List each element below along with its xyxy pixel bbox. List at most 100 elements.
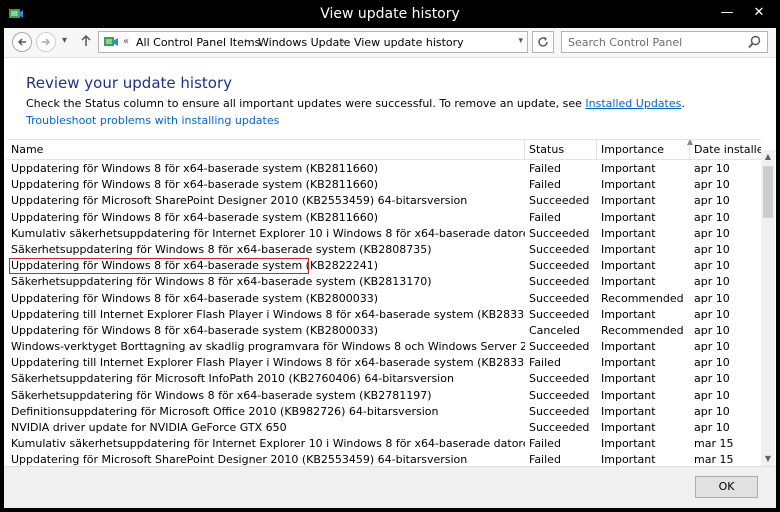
- breadcrumb-all-control-panel-items[interactable]: All Control Panel Items: [136, 36, 260, 49]
- troubleshoot-link[interactable]: Troubleshoot problems with installing up…: [26, 114, 279, 127]
- cell-name: Säkerhetsuppdatering för Windows 8 för x…: [11, 242, 432, 256]
- title-bar: View update history — ✕: [0, 0, 780, 28]
- control-panel-icon: [104, 37, 118, 46]
- table-row[interactable]: Windows-verktyget Borttagning av skadlig…: [7, 339, 761, 355]
- table-row[interactable]: Säkerhetsuppdatering för Windows 8 för x…: [7, 274, 761, 290]
- search-icon[interactable]: [748, 35, 761, 49]
- column-header-name[interactable]: Name: [7, 140, 525, 160]
- table-row[interactable]: Uppdatering till Internet Explorer Flash…: [7, 355, 761, 371]
- table-row[interactable]: Kumulativ säkerhetsuppdatering för Inter…: [7, 436, 761, 452]
- cell-name: NVIDIA driver update for NVIDIA GeForce …: [11, 421, 287, 434]
- recent-pages-button[interactable]: ▾: [62, 35, 67, 46]
- list-header: Name Status Importance Date installed ▲: [7, 140, 761, 160]
- cell-status: Succeeded: [529, 226, 590, 240]
- minimize-button[interactable]: —: [716, 4, 738, 22]
- column-header-date-installed[interactable]: Date installed: [690, 140, 761, 160]
- cell-date-installed: apr 10: [694, 226, 730, 240]
- cell-importance: Important: [601, 307, 656, 321]
- refresh-button[interactable]: [532, 31, 554, 53]
- table-row[interactable]: Uppdatering för Windows 8 för x64-basera…: [7, 210, 761, 226]
- cell-importance: Important: [601, 194, 656, 208]
- cell-importance: Important: [601, 437, 656, 451]
- chevron-down-icon: ▾: [62, 35, 68, 46]
- cell-status: Failed: [529, 356, 561, 370]
- table-row[interactable]: Uppdatering för Windows 8 för x64-basera…: [7, 291, 761, 307]
- cell-status: Succeeded: [529, 307, 590, 321]
- cell-name: Uppdatering för Windows 8 för x64-basera…: [11, 323, 378, 337]
- cell-status: Failed: [529, 178, 561, 192]
- cell-name: Kumulativ säkerhetsuppdatering för Inter…: [11, 226, 525, 240]
- cell-date-installed: apr 10: [694, 242, 730, 256]
- table-row[interactable]: Definitionsuppdatering för Microsoft Off…: [7, 404, 761, 420]
- address-dropdown-icon[interactable]: ▾: [518, 36, 523, 46]
- cell-name: Uppdatering till Internet Explorer Flash…: [11, 307, 525, 321]
- back-arrow-icon: [17, 38, 26, 46]
- breadcrumb-view-update-history[interactable]: View update history: [354, 36, 464, 49]
- cell-name: Definitionsuppdatering för Microsoft Off…: [11, 404, 439, 418]
- scroll-up-arrow-icon[interactable]: ▲: [761, 150, 775, 164]
- up-button[interactable]: [80, 33, 92, 50]
- cell-importance: Important: [601, 340, 656, 354]
- dialog-footer: OK: [4, 466, 776, 508]
- search-input[interactable]: [568, 35, 738, 50]
- cell-name: Säkerhetsuppdatering för Windows 8 för x…: [11, 388, 432, 402]
- back-button[interactable]: [12, 32, 32, 52]
- address-bar[interactable]: « All Control Panel Items › Windows Upda…: [98, 31, 528, 53]
- cell-importance: Important: [601, 259, 656, 273]
- cell-importance: Recommended: [601, 323, 684, 337]
- table-row[interactable]: Uppdatering för Windows 8 för x64-basera…: [7, 177, 761, 193]
- table-row[interactable]: Uppdatering för Microsoft SharePoint Des…: [7, 193, 761, 209]
- cell-importance: Important: [601, 453, 656, 466]
- column-header-importance[interactable]: Importance: [597, 140, 690, 160]
- cell-importance: Important: [601, 242, 656, 256]
- cell-status: Succeeded: [529, 340, 590, 354]
- cell-status: Failed: [529, 437, 561, 451]
- cell-name: Kumulativ säkerhetsuppdatering för Inter…: [11, 437, 525, 451]
- scrollbar-thumb[interactable]: [763, 166, 773, 218]
- table-row[interactable]: Uppdatering för Windows 8 för x64-basera…: [7, 258, 761, 275]
- cell-date-installed: apr 10: [694, 210, 730, 224]
- cell-name: Windows-verktyget Borttagning av skadlig…: [11, 340, 525, 354]
- cell-importance: Important: [601, 421, 656, 434]
- cell-status: Succeeded: [529, 194, 590, 208]
- cell-date-installed: apr 10: [694, 194, 730, 208]
- breadcrumb-prefix[interactable]: «: [123, 36, 129, 47]
- cell-importance: Important: [601, 162, 656, 175]
- search-box[interactable]: [561, 31, 768, 53]
- close-button[interactable]: ✕: [748, 4, 770, 22]
- installed-updates-link[interactable]: Installed Updates: [585, 97, 681, 110]
- cell-date-installed: apr 10: [694, 162, 730, 175]
- table-row[interactable]: Uppdatering för Microsoft SharePoint Des…: [7, 452, 761, 466]
- cell-importance: Important: [601, 372, 656, 386]
- ok-button[interactable]: OK: [695, 476, 758, 498]
- cell-name: Uppdatering för Microsoft SharePoint Des…: [11, 453, 468, 466]
- table-row[interactable]: Uppdatering för Windows 8 för x64-basera…: [7, 161, 761, 177]
- breadcrumb-windows-update[interactable]: Windows Update: [258, 36, 350, 49]
- breadcrumb-separator[interactable]: ›: [341, 36, 345, 47]
- cell-importance: Important: [601, 356, 656, 370]
- column-header-status[interactable]: Status: [525, 140, 597, 160]
- forward-button[interactable]: [36, 32, 56, 52]
- cell-importance: Important: [601, 404, 656, 418]
- table-row[interactable]: Säkerhetsuppdatering för Windows 8 för x…: [7, 388, 761, 404]
- refresh-icon: [538, 37, 548, 47]
- table-row[interactable]: NVIDIA driver update for NVIDIA GeForce …: [7, 420, 761, 436]
- vertical-scrollbar[interactable]: ▲ ▼: [761, 150, 775, 466]
- breadcrumb-separator[interactable]: ›: [244, 36, 248, 47]
- cell-date-installed: mar 15: [694, 437, 734, 451]
- table-row[interactable]: Säkerhetsuppdatering för Microsoft InfoP…: [7, 371, 761, 387]
- cell-date-installed: apr 10: [694, 178, 730, 192]
- scroll-down-arrow-icon[interactable]: ▼: [761, 452, 775, 466]
- table-row[interactable]: Kumulativ säkerhetsuppdatering för Inter…: [7, 226, 761, 242]
- window-content: ▾ « All Control Panel Items › Windows Up…: [4, 28, 776, 508]
- cell-name: Uppdatering för Windows 8 för x64-basera…: [11, 162, 378, 175]
- cell-name: Uppdatering för Windows 8 för x64-basera…: [11, 178, 378, 192]
- update-list: Name Status Importance Date installed ▲ …: [7, 139, 761, 466]
- table-row[interactable]: Säkerhetsuppdatering för Windows 8 för x…: [7, 242, 761, 258]
- instruction-body: Check the Status column to ensure all im…: [26, 97, 586, 110]
- table-row[interactable]: Uppdatering till Internet Explorer Flash…: [7, 307, 761, 323]
- table-row[interactable]: Uppdatering för Windows 8 för x64-basera…: [7, 323, 761, 339]
- cell-date-installed: apr 10: [694, 323, 730, 337]
- cell-date-installed: apr 10: [694, 356, 730, 370]
- cell-date-installed: apr 10: [694, 404, 730, 418]
